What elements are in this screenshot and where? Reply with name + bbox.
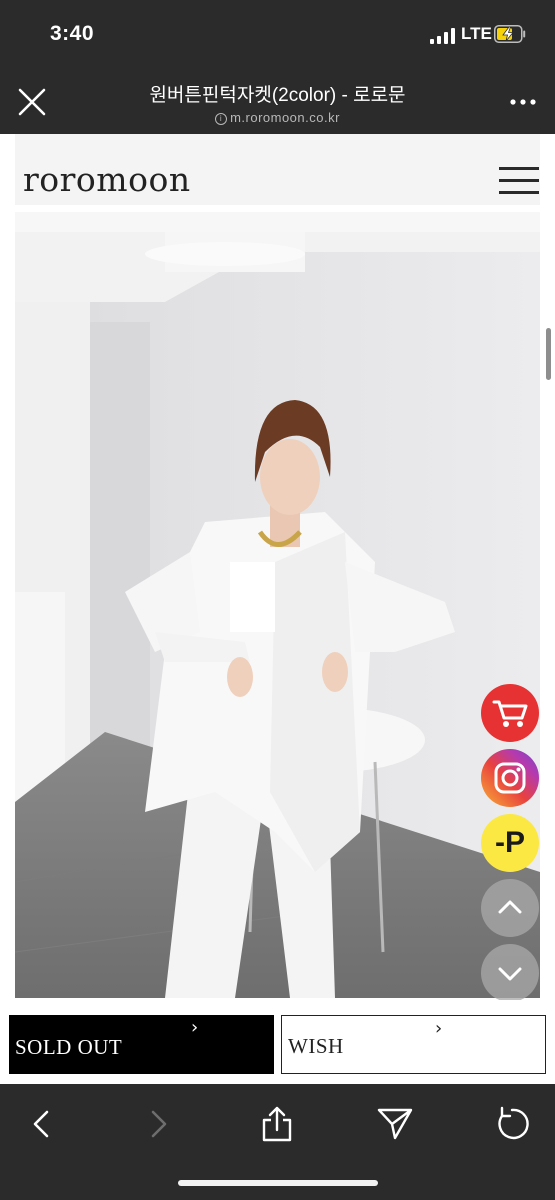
info-icon: i [215, 113, 228, 125]
sold-out-button[interactable]: › SOLD OUT [9, 1015, 274, 1074]
chevron-right-icon: › [191, 1017, 199, 1038]
hamburger-menu-icon[interactable] [499, 167, 539, 197]
scroll-down-button[interactable] [481, 944, 539, 1002]
instagram-icon [494, 762, 526, 794]
chevron-down-icon [498, 967, 522, 981]
chevron-up-icon [498, 900, 522, 914]
point-button[interactable]: -P [481, 814, 539, 872]
sold-out-label: SOLD OUT [15, 1035, 123, 1059]
point-icon: -P [495, 826, 525, 859]
battery-charging-icon [494, 25, 526, 43]
page-url-text: m.roromoon.co.kr [230, 110, 340, 125]
back-icon[interactable] [20, 1102, 64, 1146]
wish-label: WISH [288, 1034, 344, 1058]
product-photo [15, 232, 540, 998]
share-icon[interactable] [255, 1102, 299, 1146]
site-header: roromoon [15, 134, 540, 205]
scroll-up-button[interactable] [481, 879, 539, 937]
instagram-button[interactable] [481, 749, 539, 807]
chevron-right-icon: › [435, 1018, 443, 1039]
close-icon[interactable] [16, 86, 48, 118]
page-url: i m.roromoon.co.kr [90, 110, 465, 125]
page-title: 원버튼핀턱자켓(2color) - 로로문 [149, 85, 406, 106]
network-type: LTE [461, 24, 492, 43]
cart-icon [492, 700, 528, 727]
wish-button[interactable]: › WISH [281, 1015, 546, 1074]
site-logo[interactable]: roromoon [23, 160, 191, 199]
cart-button[interactable] [481, 684, 539, 742]
scroll-indicator[interactable] [546, 328, 551, 380]
more-icon[interactable] [508, 96, 538, 108]
product-actions: › SOLD OUT › WISH [0, 1000, 555, 1084]
browser-nav-bar: 원버튼핀턱자켓(2color) - 로로문 i m.roromoon.co.kr [0, 66, 555, 134]
send-icon[interactable] [373, 1102, 417, 1146]
home-indicator[interactable] [178, 1180, 378, 1186]
forward-icon[interactable] [136, 1102, 180, 1146]
header-divider [15, 205, 540, 212]
banner-strip [15, 212, 540, 232]
reload-icon[interactable] [490, 1102, 534, 1146]
status-time: 3:40 [50, 22, 95, 45]
status-bar: 3:40 LTE [0, 0, 555, 66]
browser-toolbar [0, 1084, 555, 1200]
web-content: roromoon -P › SOLD OUT › WISH [0, 134, 555, 1084]
signal-bars-icon [430, 28, 455, 44]
